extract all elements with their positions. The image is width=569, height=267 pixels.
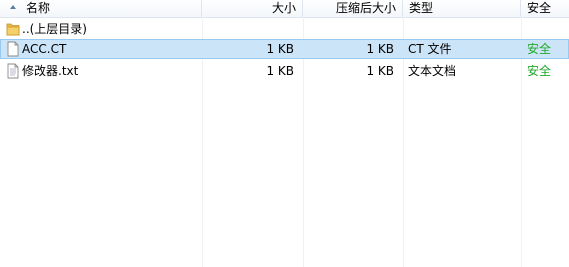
- header-type[interactable]: 类型: [403, 0, 521, 17]
- file-name: ACC.CT: [22, 42, 67, 56]
- header-security[interactable]: 安全: [521, 0, 569, 17]
- text-file-icon: [7, 63, 19, 79]
- header-size-label: 大小: [271, 1, 296, 15]
- file-size: 1 KB: [266, 64, 294, 78]
- file-compressed-size: 1 KB: [366, 64, 394, 78]
- header-security-label: 安全: [527, 1, 552, 15]
- header-compressed-size-label: 压缩后大小: [335, 1, 396, 15]
- column-header: 名称 大小 压缩后大小 类型 安全: [0, 0, 569, 18]
- file-type: 文本文档: [408, 64, 457, 78]
- file-compressed-size: 1 KB: [366, 42, 394, 56]
- header-name[interactable]: 名称: [0, 0, 202, 17]
- list-item-file[interactable]: ACC.CT 1 KB 1 KB CT 文件 安全: [0, 39, 569, 59]
- list-item-parent-directory[interactable]: ..(上层目录): [0, 19, 569, 39]
- folder-icon: [6, 23, 20, 36]
- file-name: ..(上层目录): [22, 22, 87, 36]
- file-type: CT 文件: [408, 42, 452, 56]
- sort-ascending-icon: [10, 5, 16, 9]
- header-name-label: 名称: [26, 1, 51, 15]
- header-compressed-size[interactable]: 压缩后大小: [303, 0, 403, 17]
- file-name: 修改器.txt: [22, 64, 79, 78]
- list-item-file[interactable]: 修改器.txt 1 KB 1 KB 文本文档 安全: [0, 61, 569, 81]
- header-type-label: 类型: [409, 1, 434, 15]
- header-size[interactable]: 大小: [202, 0, 303, 17]
- file-icon: [7, 41, 19, 57]
- file-size: 1 KB: [266, 42, 294, 56]
- security-status: 安全: [527, 42, 552, 56]
- security-status: 安全: [527, 64, 552, 78]
